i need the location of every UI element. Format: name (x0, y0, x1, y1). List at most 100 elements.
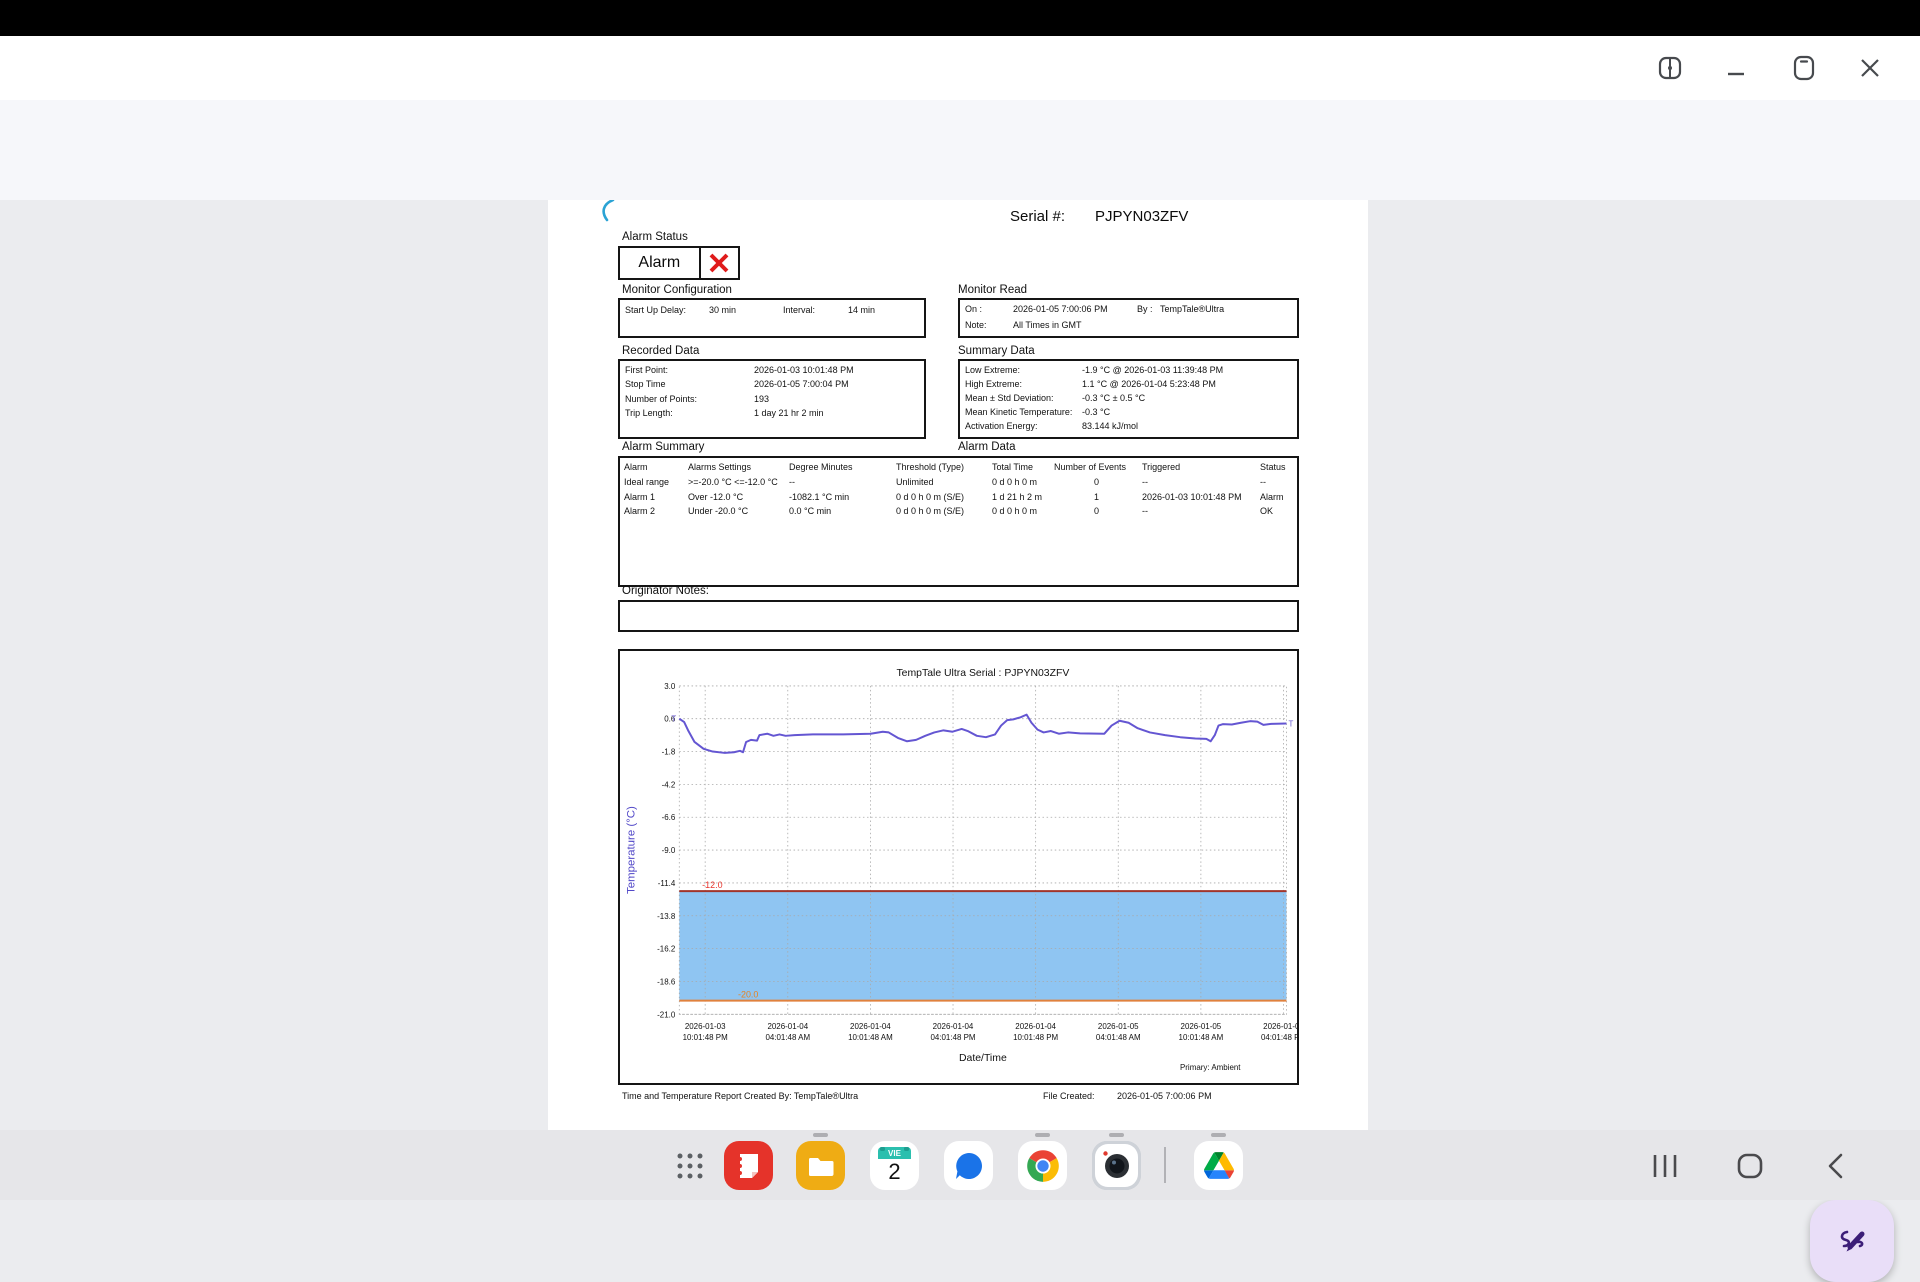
home-button[interactable] (1734, 1150, 1766, 1182)
svg-text:04:01:48 PM: 04:01:48 PM (930, 1033, 975, 1042)
rd-value: 2026-01-03 10:01:48 PM (754, 365, 854, 375)
alarm-table-cell: -- (789, 477, 795, 487)
app-drawer-button[interactable] (665, 1141, 714, 1190)
popup-view-button[interactable] (1786, 50, 1822, 86)
chrome-app-button[interactable] (1018, 1141, 1067, 1190)
my-files-app-button[interactable] (796, 1141, 845, 1190)
rd-value: 1 day 21 hr 2 min (754, 408, 824, 418)
split-view-icon (1658, 56, 1682, 80)
temperature-chart: TempTale Ultra Serial : PJPYN03ZFV3.00.6… (626, 668, 1307, 1072)
drive-app-button[interactable] (1194, 1141, 1243, 1190)
alarm-table-cell: 0 d 0 h 0 m (S/E) (896, 491, 965, 502)
alarm-table-cell: Under -20.0 °C (688, 506, 749, 516)
alarm-table-cell: Over -12.0 °C (688, 491, 744, 502)
originator-notes-box[interactable] (618, 600, 1299, 632)
back-nav-button[interactable] (1820, 1150, 1852, 1182)
svg-text:2026-01-04: 2026-01-04 (850, 1022, 891, 1031)
popup-view-icon (1793, 55, 1815, 81)
camera-app-button[interactable] (1092, 1141, 1141, 1190)
alarm-table-cell: 2026-01-03 10:01:48 PM (1142, 491, 1242, 502)
home-icon (1737, 1153, 1763, 1179)
svg-text:10:01:48 PM: 10:01:48 PM (1013, 1033, 1058, 1042)
monitor-read-title: Monitor Read (958, 284, 1028, 296)
svg-text:2026-01-04: 2026-01-04 (933, 1022, 974, 1031)
config-value: 14 min (848, 305, 876, 315)
svg-text:-4.2: -4.2 (662, 780, 676, 789)
alarm-table-cell: Alarm 1 (624, 491, 656, 502)
svg-text:T: T (1288, 719, 1293, 728)
sd-label: Mean Kinetic Temperature: (965, 407, 1073, 417)
sd-label: High Extreme: (965, 379, 1023, 389)
sd-value: 1.1 °C @ 2026-01-04 5:23:48 PM (1082, 379, 1216, 389)
app-drawer-icon (677, 1153, 702, 1178)
footer-file-created-value: 2026-01-05 7:00:06 PM (1117, 1091, 1212, 1101)
read-on-label: On : (965, 304, 983, 314)
alarm-table-header: Number of Events (1054, 462, 1127, 472)
alarm-table-cell: 0 d 0 h 0 m (992, 506, 1038, 516)
svg-text:T: T (671, 715, 676, 724)
alarm-table-cell: Ideal range (624, 477, 670, 487)
folder-icon (808, 1157, 833, 1176)
alarm-table: Alarm Alarms Settings Degree Minutes Thresh… (618, 456, 1299, 587)
back-nav-icon (1828, 1153, 1843, 1179)
svg-text:-13.8: -13.8 (657, 912, 676, 921)
viewer-canvas[interactable]: Serial #: PJPYN03ZFV Alarm Status Alarm … (0, 200, 1920, 1282)
footer-created-by: Time and Temperature Report Created By: … (622, 1091, 859, 1101)
calendar-app-button[interactable]: VIE 2 (870, 1141, 919, 1190)
svg-text:3.0: 3.0 (664, 682, 676, 691)
svg-text:10:01:48 AM: 10:01:48 AM (1179, 1033, 1224, 1042)
svg-text:04:01:48 AM: 04:01:48 AM (1096, 1033, 1141, 1042)
alarm-x-icon (709, 253, 729, 273)
minimize-button[interactable] (1718, 50, 1754, 86)
rd-label: Stop Time (625, 379, 666, 389)
recorded-data-box: First Point: 2026-01-03 10:01:48 PM Stop … (618, 359, 926, 439)
chrome-icon (1026, 1149, 1059, 1182)
svg-text:2026-01-04: 2026-01-04 (1015, 1022, 1056, 1031)
svg-text:2026-01-05: 2026-01-05 (1098, 1022, 1139, 1031)
pdf-page: Serial #: PJPYN03ZFV Alarm Status Alarm … (548, 200, 1368, 1130)
svg-text:10:01:48 PM: 10:01:48 PM (683, 1033, 728, 1042)
serial-label: Serial #: (1010, 208, 1066, 225)
recents-button[interactable] (1649, 1150, 1681, 1182)
notes-app-button[interactable] (724, 1141, 773, 1190)
sensitech-logo-fragment (602, 200, 615, 222)
rd-label: Number of Points: (625, 394, 698, 404)
config-value: 30 min (709, 305, 737, 315)
svg-text:Temperature (°C): Temperature (°C) (626, 806, 638, 894)
alarm-table-cell: Alarm 2 (624, 506, 656, 516)
svg-text:2026-01-04: 2026-01-04 (767, 1022, 808, 1031)
rd-label: First Point: (625, 365, 669, 375)
alarm-status-value: Alarm (638, 254, 681, 271)
alarm-table-cell: >=-20.0 °C <=-12.0 °C (688, 477, 778, 487)
alarm-table-header: Degree Minutes (789, 462, 853, 472)
messages-app-button[interactable] (944, 1141, 993, 1190)
config-label: Interval: (783, 305, 816, 315)
alarm-table-cell: 0 d 0 h 0 m (S/E) (896, 506, 965, 516)
drive-icon (1203, 1152, 1234, 1179)
svg-text:-18.6: -18.6 (657, 977, 676, 986)
annotate-fab-button[interactable] (1810, 1200, 1894, 1282)
svg-text:-1.8: -1.8 (662, 748, 676, 757)
read-by-value: TempTale®Ultra (1160, 304, 1225, 314)
sd-value: -0.3 °C ± 0.5 °C (1082, 393, 1146, 403)
status-bar (0, 0, 1920, 36)
rd-value: 2026-01-05 7:00:04 PM (754, 379, 849, 389)
alarm-table-cell: OK (1260, 506, 1274, 516)
chat-bubble-icon (955, 1152, 982, 1179)
read-by-label: By : (1137, 304, 1153, 314)
alarm-table-header: Alarm (624, 462, 648, 472)
sd-value: -1.9 °C @ 2026-01-03 11:39:48 PM (1082, 365, 1224, 375)
calendar-day-number: 2 (888, 1159, 900, 1184)
alarm-table-header: Status (1260, 462, 1286, 472)
alarm-status-label: Alarm Status (622, 231, 688, 243)
running-indicator (1109, 1133, 1124, 1137)
window-titlebar (0, 36, 1920, 100)
monitor-read-box: On : 2026-01-05 7:00:06 PM By : TempTale… (958, 298, 1299, 338)
calendar-icon: VIE 2 (878, 1147, 911, 1184)
taskbar-divider (1164, 1147, 1166, 1183)
alarm-table-cell: -- (1142, 477, 1148, 487)
close-button[interactable] (1852, 50, 1888, 86)
rd-value: 193 (754, 394, 770, 404)
sd-value: -0.3 °C (1082, 407, 1111, 417)
split-view-button[interactable] (1652, 50, 1688, 86)
